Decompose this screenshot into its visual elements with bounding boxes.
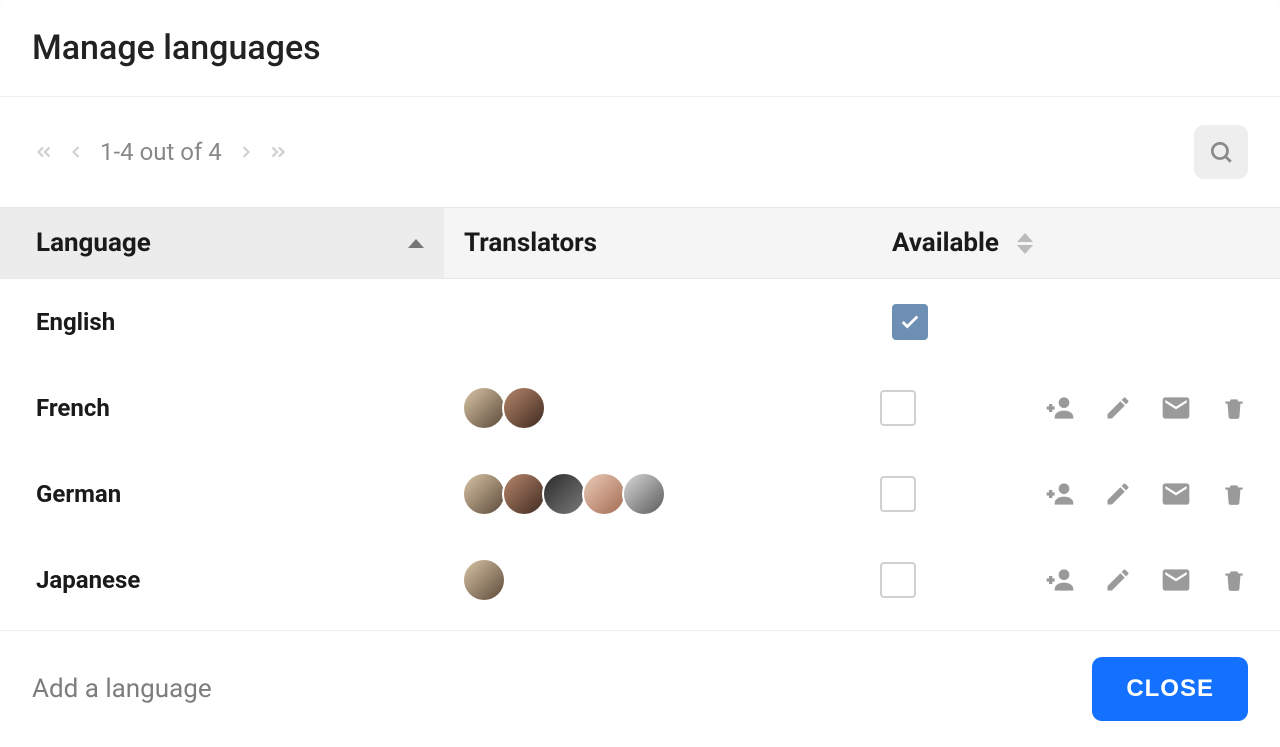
translators-cell (438, 472, 876, 516)
sort-indicator-icon (1017, 233, 1033, 254)
avatar[interactable] (502, 386, 546, 430)
mail-icon (1160, 564, 1192, 596)
column-header-language[interactable]: Language (0, 208, 444, 278)
chevrons-left-icon (33, 141, 55, 163)
add-person-icon (1044, 391, 1076, 425)
search-icon (1208, 139, 1234, 165)
avatar[interactable] (502, 472, 546, 516)
available-checkbox[interactable] (880, 562, 916, 598)
next-page-button[interactable] (234, 140, 258, 164)
trash-icon (1221, 567, 1247, 593)
trash-icon (1221, 481, 1247, 507)
translators-cell (438, 386, 876, 430)
email-button[interactable] (1160, 478, 1192, 510)
modal-footer: Add a language CLOSE (0, 630, 1280, 747)
edit-button[interactable] (1102, 392, 1134, 424)
delete-button[interactable] (1218, 564, 1250, 596)
toolbar: 1-4 out of 4 (0, 97, 1280, 207)
modal-title: Manage languages (32, 28, 1248, 68)
mail-icon (1160, 478, 1192, 510)
available-checkbox[interactable] (892, 304, 928, 340)
avatar[interactable] (462, 386, 506, 430)
available-cell (876, 390, 1044, 426)
table-header: Language Translators Available (0, 207, 1280, 279)
avatar[interactable] (542, 472, 586, 516)
actions-cell (1044, 564, 1280, 596)
available-cell (876, 562, 1044, 598)
pager-text: 1-4 out of 4 (96, 138, 226, 166)
first-page-button[interactable] (32, 140, 56, 164)
add-language-link[interactable]: Add a language (32, 674, 212, 704)
table-row: French (0, 365, 1280, 451)
column-header-translators[interactable]: Translators (444, 228, 888, 258)
check-icon (899, 311, 921, 333)
add-translator-button[interactable] (1044, 392, 1076, 424)
pencil-icon (1104, 566, 1132, 594)
language-name: Japanese (36, 566, 140, 594)
avatar[interactable] (582, 472, 626, 516)
avatar[interactable] (462, 472, 506, 516)
mail-icon (1160, 392, 1192, 424)
close-button[interactable]: CLOSE (1092, 657, 1248, 721)
language-cell: German (0, 451, 438, 537)
email-button[interactable] (1160, 564, 1192, 596)
actions-cell (1044, 392, 1280, 424)
edit-button[interactable] (1102, 478, 1134, 510)
add-translator-button[interactable] (1044, 478, 1076, 510)
delete-button[interactable] (1218, 478, 1250, 510)
chevron-right-icon (236, 142, 256, 162)
chevrons-right-icon (267, 141, 289, 163)
column-header-available-label: Available (892, 228, 999, 258)
translator-avatars (458, 386, 876, 430)
table-row: English (0, 279, 1280, 365)
pager: 1-4 out of 4 (32, 138, 290, 166)
available-cell (876, 476, 1044, 512)
pencil-icon (1104, 480, 1132, 508)
available-cell (888, 304, 1058, 340)
delete-button[interactable] (1218, 392, 1250, 424)
sort-indicator-asc-icon (408, 239, 424, 248)
email-button[interactable] (1160, 392, 1192, 424)
table-row: German (0, 451, 1280, 537)
modal-header: Manage languages (0, 0, 1280, 97)
language-name: German (36, 480, 121, 508)
language-cell: French (0, 365, 438, 451)
column-header-available[interactable]: Available (888, 228, 1058, 258)
translators-cell (438, 558, 876, 602)
edit-button[interactable] (1102, 564, 1134, 596)
language-cell: Japanese (0, 537, 438, 623)
chevron-left-icon (66, 142, 86, 162)
available-checkbox[interactable] (880, 390, 916, 426)
translator-avatars (458, 558, 876, 602)
prev-page-button[interactable] (64, 140, 88, 164)
manage-languages-modal: Manage languages 1-4 out of 4 Language (0, 0, 1280, 747)
last-page-button[interactable] (266, 140, 290, 164)
available-checkbox[interactable] (880, 476, 916, 512)
translator-avatars (458, 472, 876, 516)
actions-cell (1044, 478, 1280, 510)
pencil-icon (1104, 394, 1132, 422)
language-cell: English (0, 279, 444, 365)
table-row: Japanese (0, 537, 1280, 623)
add-translator-button[interactable] (1044, 564, 1076, 596)
trash-icon (1221, 395, 1247, 421)
language-name: French (36, 394, 110, 422)
avatar[interactable] (462, 558, 506, 602)
column-header-language-label: Language (36, 228, 151, 258)
add-person-icon (1044, 477, 1076, 511)
column-header-translators-label: Translators (464, 228, 597, 258)
language-name: English (36, 308, 115, 336)
avatar[interactable] (622, 472, 666, 516)
search-button[interactable] (1194, 125, 1248, 179)
table-body: English French German Japanese (0, 279, 1280, 623)
add-person-icon (1044, 563, 1076, 597)
